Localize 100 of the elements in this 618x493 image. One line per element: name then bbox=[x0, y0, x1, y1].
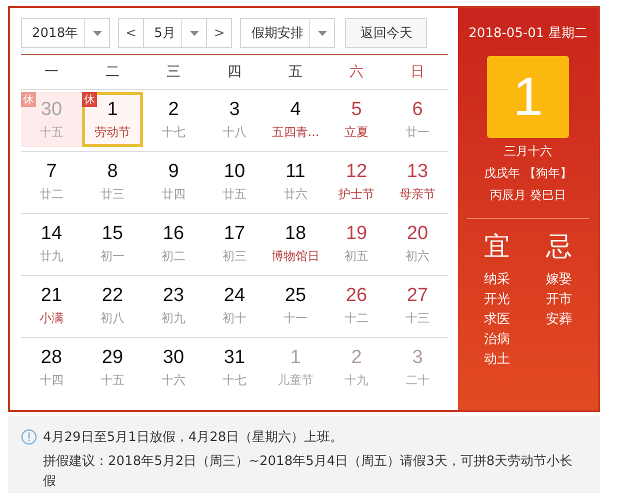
day-number: 31 bbox=[224, 346, 246, 368]
day-cell[interactable]: 29 十五 bbox=[82, 340, 143, 395]
month-dropdown[interactable]: 5月 bbox=[143, 19, 208, 47]
day-cell[interactable]: 25 十一 bbox=[265, 278, 326, 333]
day-cell[interactable]: 21 小满 bbox=[21, 278, 82, 333]
weekday-header: 日 bbox=[410, 63, 426, 81]
day-number: 2 bbox=[351, 346, 362, 368]
day-cell[interactable]: 4 五四青... bbox=[265, 92, 326, 147]
day-cell[interactable]: 16 初二 bbox=[143, 216, 204, 271]
day-cell[interactable]: 17 初三 bbox=[204, 216, 265, 271]
day-cell[interactable]: 7 廿二 bbox=[21, 154, 82, 209]
lunar-date: 初五 bbox=[344, 248, 368, 264]
almanac-item: 纳采 bbox=[484, 271, 510, 289]
day-number: 9 bbox=[168, 160, 179, 182]
day-cell[interactable]: 11 廿六 bbox=[265, 154, 326, 209]
lunar-date: 初六 bbox=[406, 248, 430, 264]
day-cell[interactable]: 20 初六 bbox=[387, 216, 448, 271]
day-number: 14 bbox=[40, 222, 62, 244]
day-cell[interactable]: 2 十七 bbox=[143, 92, 204, 147]
lunar-date: 廿九 bbox=[40, 248, 64, 264]
day-number: 2 bbox=[168, 98, 179, 120]
lunar-date: 立夏 bbox=[344, 124, 368, 140]
almanac-item: 嫁娶 bbox=[546, 271, 572, 289]
day-cell[interactable]: 18 博物馆日 bbox=[265, 216, 326, 271]
day-cell[interactable]: 6 廿一 bbox=[387, 92, 448, 147]
day-number: 8 bbox=[107, 160, 118, 182]
lunar-date: 十三 bbox=[406, 310, 430, 326]
year-dropdown[interactable]: 2018年 bbox=[21, 18, 110, 48]
holiday-badge: 休 bbox=[21, 92, 36, 107]
day-cell[interactable]: 27 十三 bbox=[387, 278, 448, 333]
lunar-date: 十四 bbox=[40, 372, 64, 388]
lunar-date: 十五 bbox=[100, 372, 124, 388]
day-cell[interactable]: 休 1 劳动节 bbox=[82, 92, 143, 147]
day-cell[interactable]: 26 十二 bbox=[326, 278, 387, 333]
day-number: 22 bbox=[102, 284, 124, 306]
almanac-heading: 忌 bbox=[546, 231, 572, 264]
notice-text: 拼假建议：2018年5月2日（周三）~2018年5月4日（周五）请假3天，可拼8天劳动节小长假 bbox=[43, 453, 573, 491]
lunar-date: 母亲节 bbox=[400, 186, 436, 202]
day-cell[interactable]: 10 廿五 bbox=[204, 154, 265, 209]
day-number: 5 bbox=[351, 98, 362, 120]
day-cell[interactable]: 28 十四 bbox=[21, 340, 82, 395]
day-cell[interactable]: 3 十八 bbox=[204, 92, 265, 147]
day-number: 30 bbox=[162, 346, 184, 368]
day-cell[interactable]: 12 护士节 bbox=[326, 154, 387, 209]
day-number: 4 bbox=[290, 98, 301, 120]
lunar-date: 博物馆日 bbox=[272, 248, 320, 264]
lunar-date: 劳动节 bbox=[94, 124, 130, 140]
almanac-item: 治病 bbox=[484, 331, 510, 349]
day-cell[interactable]: 13 母亲节 bbox=[387, 154, 448, 209]
big-day-number: 1 bbox=[487, 56, 569, 138]
day-number: 29 bbox=[102, 346, 124, 368]
lunar-date: 初三 bbox=[222, 248, 246, 264]
day-number: 30 bbox=[40, 98, 62, 120]
day-number: 15 bbox=[102, 222, 124, 244]
day-cell[interactable]: 24 初十 bbox=[204, 278, 265, 333]
day-number: 25 bbox=[284, 284, 306, 306]
day-cell[interactable]: 14 廿九 bbox=[21, 216, 82, 271]
day-cell[interactable]: 31 十七 bbox=[204, 340, 265, 395]
day-cell[interactable]: 15 初一 bbox=[82, 216, 143, 271]
day-number: 18 bbox=[284, 222, 306, 244]
day-number: 17 bbox=[224, 222, 246, 244]
day-number: 28 bbox=[40, 346, 62, 368]
lunar-date: 廿四 bbox=[162, 186, 186, 202]
holiday-dropdown[interactable]: 假期安排 bbox=[240, 18, 336, 48]
day-number: 13 bbox=[406, 160, 428, 182]
day-cell[interactable]: 9 廿四 bbox=[143, 154, 204, 209]
lunar-date: 护士节 bbox=[338, 186, 374, 202]
lunar-date: 廿三 bbox=[100, 186, 124, 202]
day-cell[interactable]: 8 廿三 bbox=[82, 154, 143, 209]
lunar-date: 十二 bbox=[344, 310, 368, 326]
lunar-date: 廿五 bbox=[222, 186, 246, 202]
day-cell[interactable]: 19 初五 bbox=[326, 216, 387, 271]
weekday-header: 二 bbox=[104, 63, 120, 81]
notice-text: 4月29日至5月1日放假，4月28日（星期六）上班。 bbox=[43, 429, 344, 447]
lunar-date: 三月十六 bbox=[504, 143, 552, 160]
day-cell[interactable]: 30 十六 bbox=[143, 340, 204, 395]
almanac-item: 安葬 bbox=[546, 311, 572, 329]
day-number: 1 bbox=[290, 346, 301, 368]
day-number: 27 bbox=[406, 284, 428, 306]
lunar-date: 初二 bbox=[162, 248, 186, 264]
day-cell[interactable]: 5 立夏 bbox=[326, 92, 387, 147]
day-cell[interactable]: 23 初九 bbox=[143, 278, 204, 333]
lunar-date: 初九 bbox=[162, 310, 186, 326]
day-number: 3 bbox=[229, 98, 240, 120]
weekday-header: 一 bbox=[44, 63, 60, 81]
weekday-header: 六 bbox=[348, 63, 364, 81]
day-number: 16 bbox=[162, 222, 184, 244]
holiday-badge: 休 bbox=[82, 92, 97, 107]
day-number: 21 bbox=[40, 284, 62, 306]
lunar-date: 小满 bbox=[40, 310, 64, 326]
lunar-date: 廿二 bbox=[40, 186, 64, 202]
weekday-header: 四 bbox=[226, 63, 242, 81]
day-number: 24 bbox=[224, 284, 246, 306]
lunar-date: 十七 bbox=[222, 372, 246, 388]
almanac-item: 动土 bbox=[484, 351, 510, 369]
day-cell[interactable]: 22 初八 bbox=[82, 278, 143, 333]
lunar-date: 初一 bbox=[100, 248, 124, 264]
weekday-header: 五 bbox=[288, 63, 304, 81]
day-number: 23 bbox=[162, 284, 184, 306]
today-button[interactable]: 返回今天 bbox=[345, 18, 428, 48]
